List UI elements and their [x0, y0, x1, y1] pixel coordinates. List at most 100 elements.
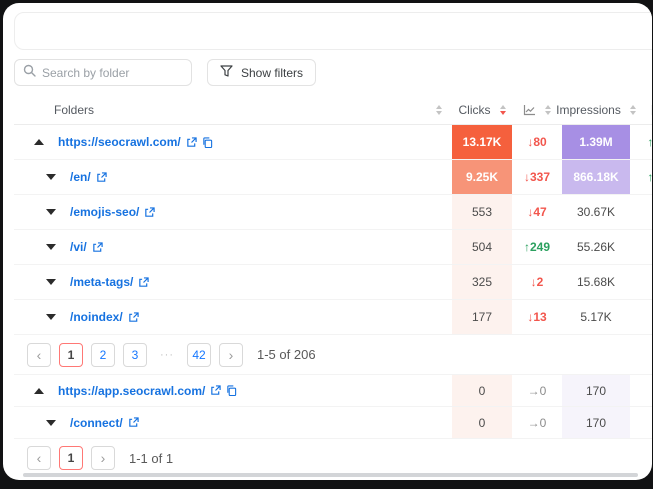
expand-caret-icon[interactable] [46, 174, 56, 180]
column-header-clicks[interactable]: Clicks [452, 95, 512, 124]
impressions-value: 15.68K [562, 265, 630, 299]
external-link-icon[interactable] [144, 207, 155, 218]
pagination-group-2: ‹ 1 › 1-1 of 1 [14, 439, 652, 477]
filter-funnel-icon [220, 65, 233, 80]
impressions-value: 55.26K [562, 230, 630, 264]
collapse-caret-icon[interactable] [34, 139, 44, 145]
folder-link[interactable]: /en/ [70, 170, 107, 184]
folder-link[interactable]: /emojis-seo/ [70, 205, 155, 219]
clicks-value: 0 [452, 407, 512, 438]
copy-icon[interactable] [226, 385, 237, 396]
folder-search[interactable] [14, 59, 192, 86]
page-button-1[interactable]: 1 [59, 343, 83, 367]
show-filters-label: Show filters [241, 66, 303, 80]
table-row: /connect/ 0 →0 170 ↑ [14, 407, 652, 439]
clicks-value: 9.25K [452, 160, 512, 194]
expand-caret-icon[interactable] [46, 244, 56, 250]
clicks-trend-value: ↓80 [512, 125, 562, 159]
clicks-trend-value: ↓2 [512, 265, 562, 299]
impressions-trend-value: ↑ [630, 375, 652, 406]
external-link-icon[interactable] [128, 312, 139, 323]
table-header-row: Folders Clicks Impressions [14, 95, 652, 125]
column-header-clicks-trend[interactable] [512, 95, 562, 124]
impressions-trend-value: ↑74 [630, 125, 652, 159]
sort-control-clicks-trend[interactable] [545, 105, 551, 115]
expand-caret-icon[interactable] [46, 209, 56, 215]
clicks-value: 504 [452, 230, 512, 264]
clicks-trend-value: ↓13 [512, 300, 562, 334]
copy-icon[interactable] [202, 137, 213, 148]
folder-path: /emojis-seo/ [70, 205, 139, 219]
clicks-trend-value: ↑249 [512, 230, 562, 264]
impressions-trend-value: ↑95 [630, 160, 652, 194]
expand-caret-icon[interactable] [46, 314, 56, 320]
folders-table: Folders Clicks Impressions [14, 95, 652, 477]
folder-path: /meta-tags/ [70, 275, 133, 289]
folder-path: /vi/ [70, 240, 87, 254]
folder-path: /connect/ [70, 416, 123, 430]
folder-link[interactable]: https://app.seocrawl.com/ [58, 384, 237, 398]
table-row: /emojis-seo/ 553 ↓47 30.67K ↓8 [14, 195, 652, 230]
impressions-value: 170 [562, 375, 630, 406]
main-panel: Show filters Folders Clicks Impressions [3, 3, 652, 480]
external-link-icon[interactable] [128, 417, 139, 428]
clicks-trend-value: →0 [512, 407, 562, 438]
line-chart-icon [651, 104, 653, 116]
folder-path: /en/ [70, 170, 91, 184]
pagination-ellipsis[interactable]: ··· [155, 349, 179, 361]
external-link-icon[interactable] [138, 277, 149, 288]
search-input[interactable] [42, 66, 183, 80]
page-button-3[interactable]: 3 [123, 343, 147, 367]
pagination-group-1: ‹ 1 2 3 ··· 42 › 1-5 of 206 [14, 335, 652, 375]
folder-path: /noindex/ [70, 310, 123, 324]
external-link-icon[interactable] [96, 172, 107, 183]
clicks-value: 13.17K [452, 125, 512, 159]
folder-link[interactable]: /connect/ [70, 416, 139, 430]
column-header-impressions[interactable]: Impressions [562, 95, 630, 124]
page-button-2[interactable]: 2 [91, 343, 115, 367]
folder-url: https://app.seocrawl.com/ [58, 384, 205, 398]
search-icon [23, 64, 36, 82]
external-link-icon[interactable] [210, 385, 221, 396]
clicks-header-label: Clicks [459, 103, 491, 117]
clicks-trend-value: ↓47 [512, 195, 562, 229]
clicks-value: 0 [452, 375, 512, 406]
horizontal-scrollbar[interactable] [23, 473, 638, 477]
impressions-value: 170 [562, 407, 630, 438]
impressions-trend-value: ↑ [630, 407, 652, 438]
table-row: https://seocrawl.com/ 13.17K ↓80 1.39M ↑… [14, 125, 652, 160]
table-controls: Show filters [14, 59, 652, 86]
folder-link[interactable]: /noindex/ [70, 310, 139, 324]
clicks-trend-value: →0 [512, 375, 562, 406]
sort-control-folders[interactable] [436, 105, 442, 115]
column-header-folders[interactable]: Folders [14, 95, 452, 124]
expand-caret-icon[interactable] [46, 279, 56, 285]
table-row: /meta-tags/ 325 ↓2 15.68K ↑2 [14, 265, 652, 300]
folder-link[interactable]: /meta-tags/ [70, 275, 149, 289]
line-chart-icon [523, 104, 536, 116]
next-page-button[interactable]: › [91, 446, 115, 470]
external-link-icon[interactable] [92, 242, 103, 253]
page-button-42[interactable]: 42 [187, 343, 211, 367]
sort-control-clicks[interactable] [500, 105, 506, 115]
table-row: https://app.seocrawl.com/ 0 →0 170 ↑ [14, 375, 652, 407]
table-row: /vi/ 504 ↑249 55.26K ↑1 [14, 230, 652, 265]
expand-caret-icon[interactable] [46, 420, 56, 426]
show-filters-button[interactable]: Show filters [207, 59, 316, 86]
folders-header-label: Folders [54, 103, 94, 117]
column-header-impressions-trend[interactable] [630, 95, 652, 124]
folder-link[interactable]: /vi/ [70, 240, 103, 254]
folder-link[interactable]: https://seocrawl.com/ [58, 135, 213, 149]
prev-page-button[interactable]: ‹ [27, 446, 51, 470]
pagination-range-label: 1-5 of 206 [257, 347, 316, 362]
impressions-value: 866.18K [562, 160, 630, 194]
page-button-1[interactable]: 1 [59, 446, 83, 470]
next-page-button[interactable]: › [219, 343, 243, 367]
collapse-caret-icon[interactable] [34, 388, 44, 394]
clicks-value: 177 [452, 300, 512, 334]
clicks-trend-value: ↓337 [512, 160, 562, 194]
clicks-value: 325 [452, 265, 512, 299]
external-link-icon[interactable] [186, 137, 197, 148]
prev-page-button[interactable]: ‹ [27, 343, 51, 367]
clicks-value: 553 [452, 195, 512, 229]
